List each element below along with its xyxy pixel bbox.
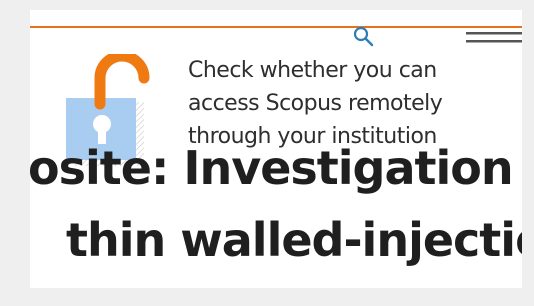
remote-access-message[interactable]: Check whether you can access Scopus remo… <box>188 54 488 153</box>
article-title-line-1: osite: Investigation of <box>30 141 522 195</box>
search-icon[interactable] <box>352 24 376 48</box>
header-accent-bar <box>30 26 522 28</box>
hamburger-menu-icon[interactable] <box>466 28 522 50</box>
scopus-page: Check whether you can access Scopus remo… <box>30 10 522 288</box>
browser-viewport: Check whether you can access Scopus remo… <box>0 0 534 306</box>
article-title-line-2: thin walled-injection <box>66 213 522 267</box>
